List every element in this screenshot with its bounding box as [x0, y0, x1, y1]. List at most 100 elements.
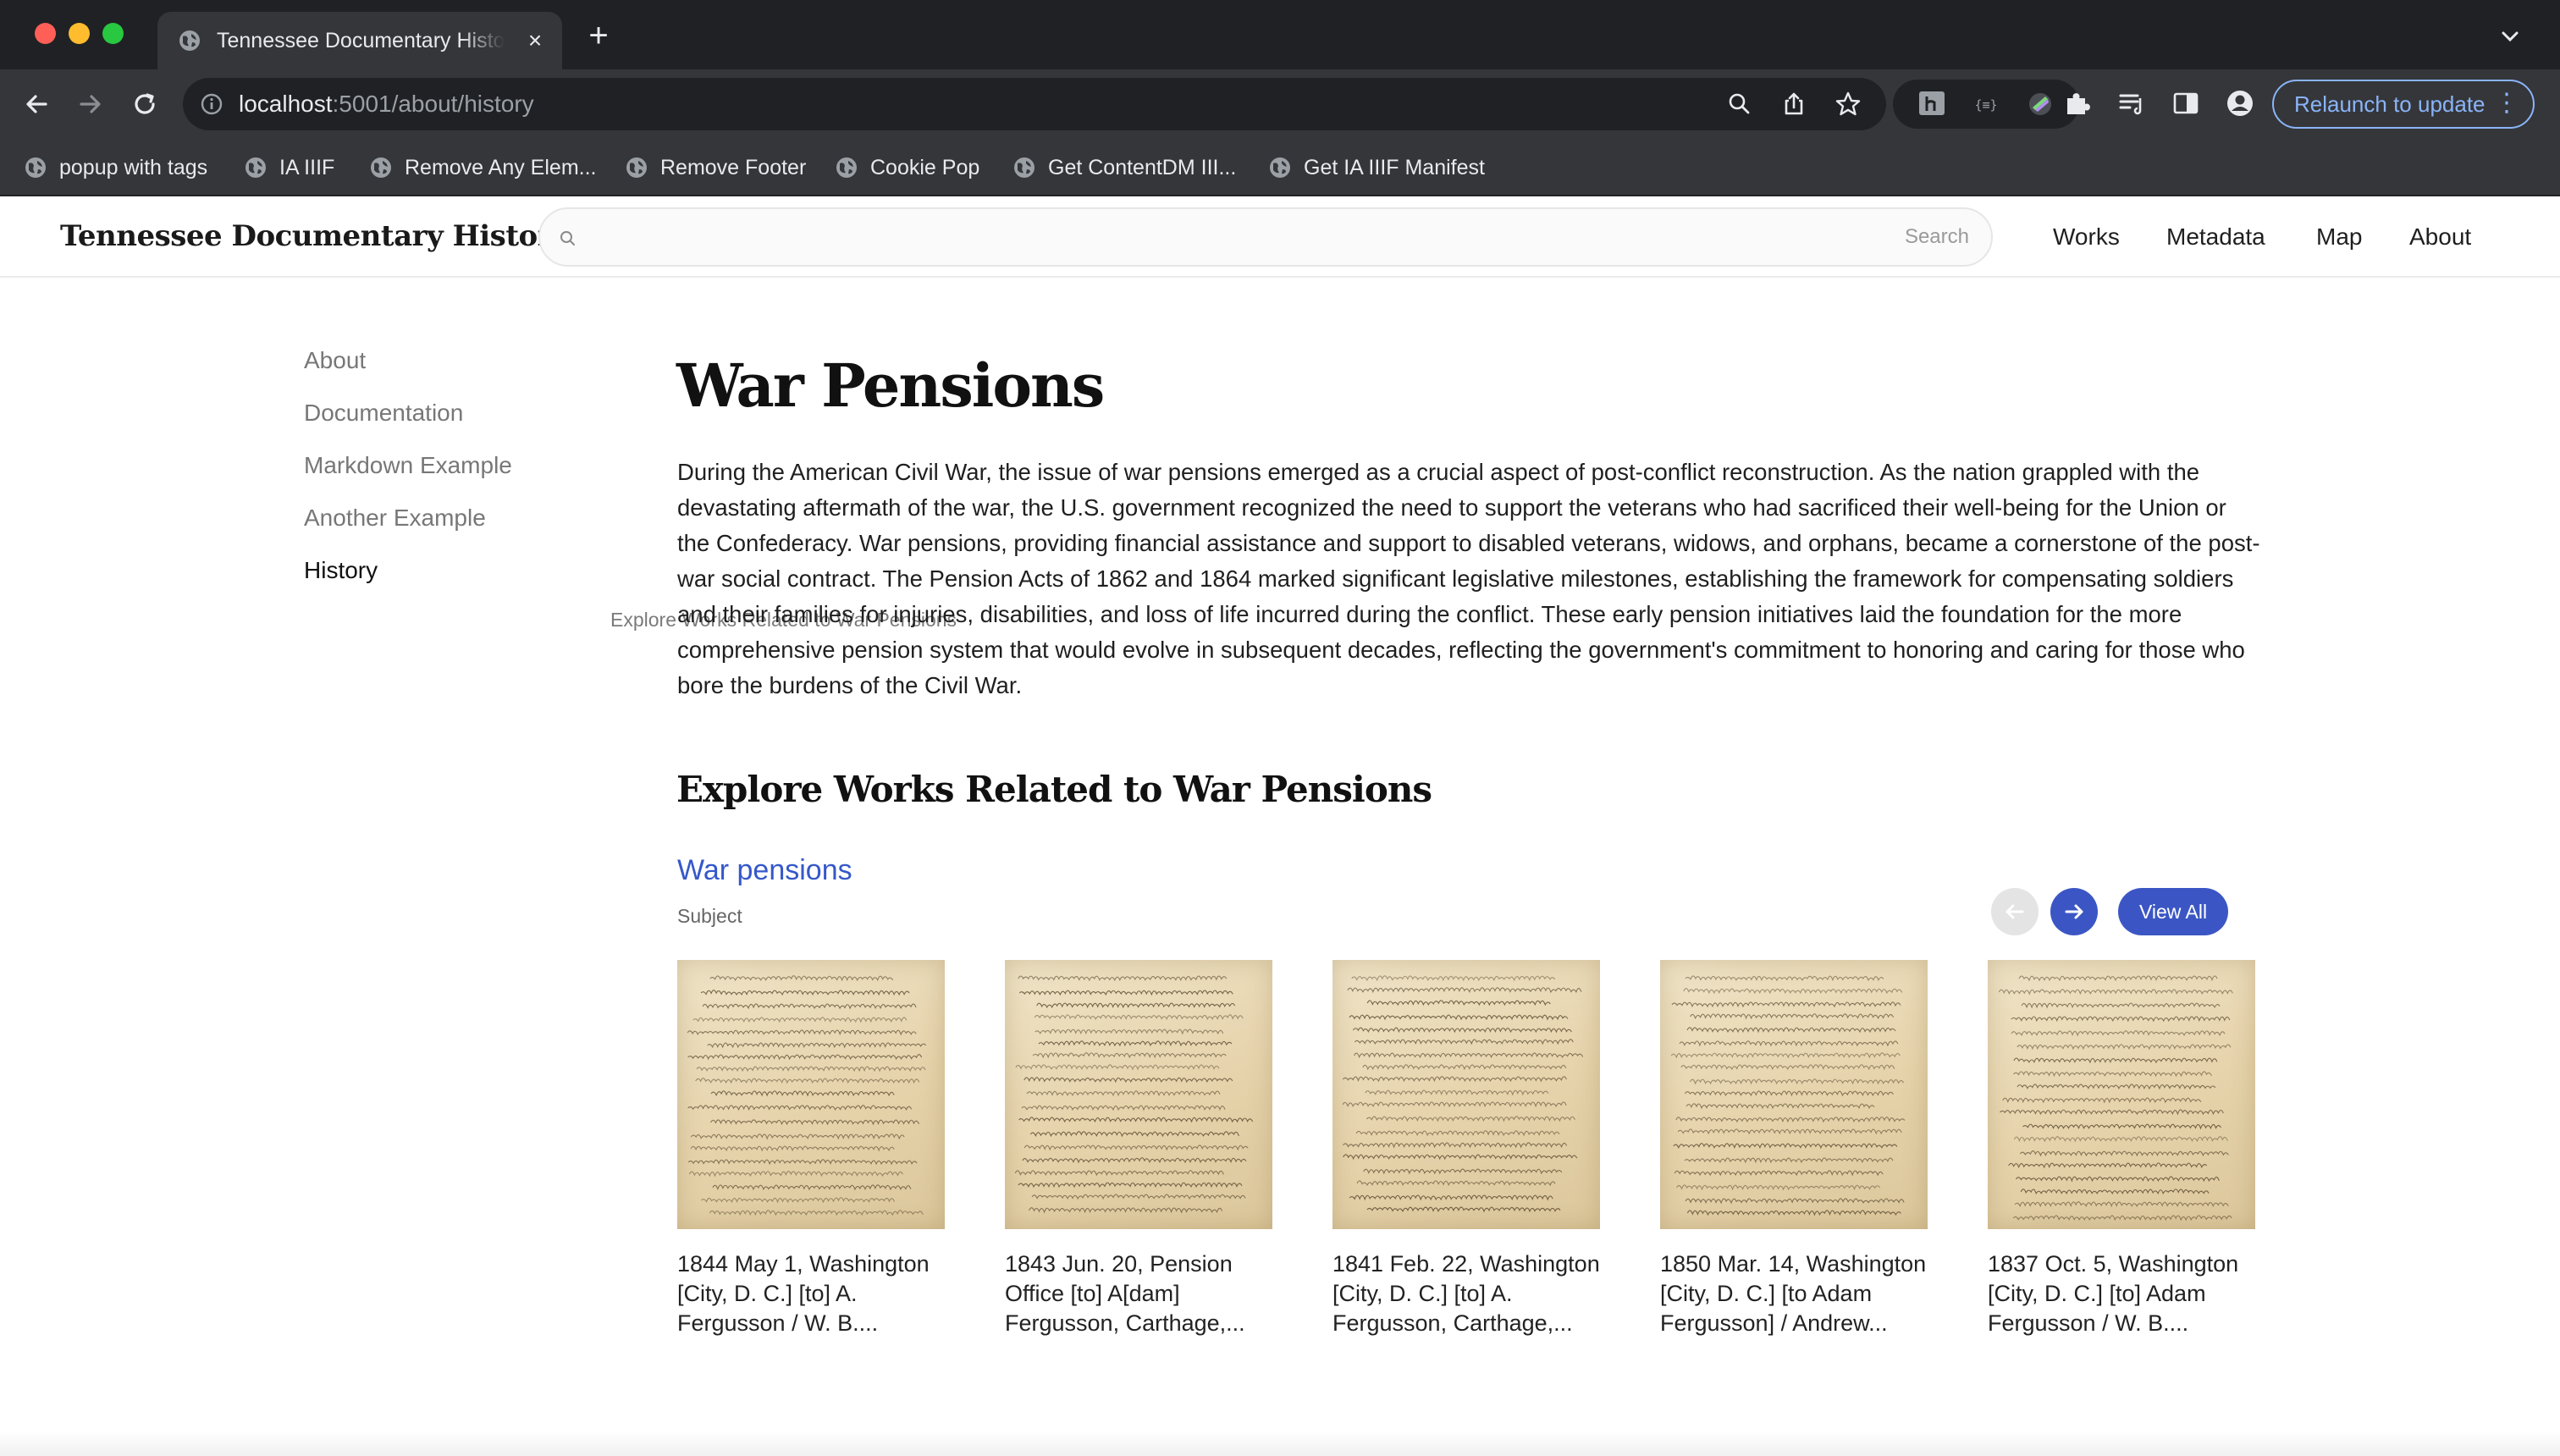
handwriting-line [1685, 975, 1884, 982]
work-title[interactable]: 1850 Mar. 14, Washington [City, D. C.] [… [1660, 1249, 1928, 1338]
handwriting-line [1352, 1027, 1572, 1034]
bookmark-label: Cookie Pop [870, 155, 980, 179]
handwriting-line [687, 1159, 918, 1166]
handwriting-line [1676, 1184, 1881, 1191]
window-close-button[interactable] [35, 23, 56, 44]
window-maximize-button[interactable] [102, 23, 124, 44]
side-panel-icon[interactable] [2171, 88, 2201, 119]
color-extension-icon[interactable] [2025, 89, 2055, 119]
handwriting-line [1366, 1000, 1551, 1007]
search-button[interactable]: Search [1905, 223, 1969, 251]
bookmark-label: IA IIIF [279, 155, 335, 179]
handwriting-line [687, 1054, 923, 1061]
handwriting-line [1354, 1052, 1584, 1059]
subject-link[interactable]: War pensions [677, 850, 852, 891]
globe-icon [836, 157, 857, 178]
work-card[interactable]: 1837 Oct. 5, Washington [City, D. C.] [t… [1988, 960, 2255, 1338]
handwriting-line [2011, 1016, 2231, 1023]
puzzle-extensions-icon[interactable] [2062, 88, 2093, 119]
work-thumbnail[interactable] [1660, 960, 1928, 1229]
handwriting-line [1366, 1206, 1561, 1213]
handwriting-line [2020, 1189, 2210, 1195]
sidebar-item-another-example[interactable]: Another Example [304, 501, 486, 535]
bookmark-item[interactable]: Get ContentDM III... [1012, 151, 1236, 185]
work-card[interactable]: 1843 Jun. 20, Pension Office [to] A[dam]… [1005, 960, 1272, 1338]
hypothesis-extension-icon[interactable] [1917, 89, 1947, 119]
bookmark-item[interactable]: Remove Footer [625, 151, 806, 185]
handwriting-line [1349, 1194, 1553, 1201]
share-icon[interactable] [1779, 90, 1808, 119]
handwriting-line [702, 1003, 917, 1010]
work-title[interactable]: 1844 May 1, Washington [City, D. C.] [to… [677, 1249, 945, 1338]
site-title[interactable]: Tennessee Documentary History [60, 217, 569, 256]
address-bar[interactable]: localhost:5001/about/history [183, 78, 1886, 130]
tab-title: Tennessee Documentary History [217, 29, 505, 52]
tab-search-chevron-icon[interactable] [2497, 24, 2523, 49]
json-extension-icon[interactable]: {≡} [1971, 89, 2001, 119]
handwriting-line [1362, 1064, 1567, 1071]
handwriting-line [1026, 1090, 1221, 1097]
handwriting-line [1032, 1052, 1227, 1059]
new-tab-button[interactable]: + [584, 19, 613, 52]
handwriting-line [1021, 1105, 1226, 1111]
bookmark-star-icon[interactable] [1834, 90, 1862, 119]
search-icon [560, 231, 575, 245]
back-arrow-icon[interactable] [19, 86, 54, 122]
carousel-next-button[interactable] [2050, 888, 2098, 935]
handwriting-line [1673, 1143, 1898, 1150]
work-card[interactable]: 1841 Feb. 22, Washington [City, D. C.] [… [1332, 960, 1600, 1338]
carousel-prev-button[interactable] [1991, 888, 2039, 935]
work-thumbnail[interactable] [677, 960, 945, 1229]
nav-about[interactable]: About [2409, 220, 2471, 254]
handwriting-line [1034, 1014, 1244, 1021]
handwriting-line [1355, 1130, 1560, 1137]
reading-list-icon[interactable] [2116, 88, 2147, 119]
site-header: Tennessee Documentary History Search Wor… [0, 196, 2560, 278]
relaunch-update-button[interactable]: Relaunch to update ⋮ [2272, 80, 2535, 129]
sidebar-item-history[interactable]: History [304, 554, 378, 587]
nav-map[interactable]: Map [2316, 220, 2362, 254]
handwriting-line [1998, 989, 2233, 995]
work-title[interactable]: 1837 Oct. 5, Washington [City, D. C.] [t… [1988, 1249, 2255, 1338]
sidebar-item-documentation[interactable]: Documentation [304, 396, 463, 430]
globe-icon [1270, 157, 1290, 178]
bookmark-item[interactable]: Remove Any Elem... [369, 151, 596, 185]
handwriting-line [1684, 1090, 1894, 1097]
handwriting-line [1029, 1131, 1239, 1138]
browser-tab-bar: Tennessee Documentary History × + [0, 0, 2560, 69]
work-title[interactable]: 1841 Feb. 22, Washington [City, D. C.] [… [1332, 1249, 1600, 1338]
zoom-icon[interactable] [1725, 90, 1754, 119]
bookmark-item[interactable]: popup with tags [24, 151, 207, 185]
bookmark-item[interactable]: IA IIIF [244, 151, 334, 185]
bookmark-label: Get IA IIIF Manifest [1304, 155, 1485, 179]
reload-icon[interactable] [127, 86, 163, 122]
view-all-button[interactable]: View All [2118, 888, 2228, 935]
work-thumbnail[interactable] [1988, 960, 2255, 1229]
forward-arrow-icon[interactable] [73, 86, 108, 122]
globe-icon [626, 157, 647, 178]
window-minimize-button[interactable] [69, 23, 90, 44]
handwriting-line [2002, 1097, 2202, 1104]
handwriting-line [2017, 1084, 2216, 1090]
site-info-icon[interactable] [200, 92, 223, 116]
sidebar-item-markdown-example[interactable]: Markdown Example [304, 449, 512, 483]
handwriting-line [2008, 1162, 2208, 1169]
handwriting-line [1685, 1198, 1905, 1205]
nav-works[interactable]: Works [2053, 220, 2120, 254]
work-thumbnail[interactable] [1332, 960, 1600, 1229]
work-title[interactable]: 1843 Jun. 20, Pension Office [to] A[dam]… [1005, 1249, 1272, 1338]
work-card[interactable]: 1850 Mar. 14, Washington [City, D. C.] [… [1660, 960, 1928, 1338]
tab-close-icon[interactable]: × [521, 27, 549, 54]
page-bottom-shadow [0, 1431, 2560, 1456]
bookmark-item[interactable]: Get IA IIIF Manifest [1268, 151, 1485, 185]
sidebar-item-about[interactable]: About [304, 344, 366, 378]
nav-metadata[interactable]: Metadata [2166, 220, 2265, 254]
work-card[interactable]: 1844 May 1, Washington [City, D. C.] [to… [677, 960, 945, 1338]
work-thumbnail[interactable] [1005, 960, 1272, 1229]
handwriting-line [1680, 1064, 1895, 1071]
kebab-menu-icon[interactable]: ⋮ [2494, 81, 2519, 125]
search-input[interactable] [588, 214, 1840, 260]
bookmark-item[interactable]: Cookie Pop [835, 151, 979, 185]
browser-tab-active[interactable]: Tennessee Documentary History × [157, 12, 562, 69]
profile-avatar-icon[interactable] [2225, 88, 2255, 119]
